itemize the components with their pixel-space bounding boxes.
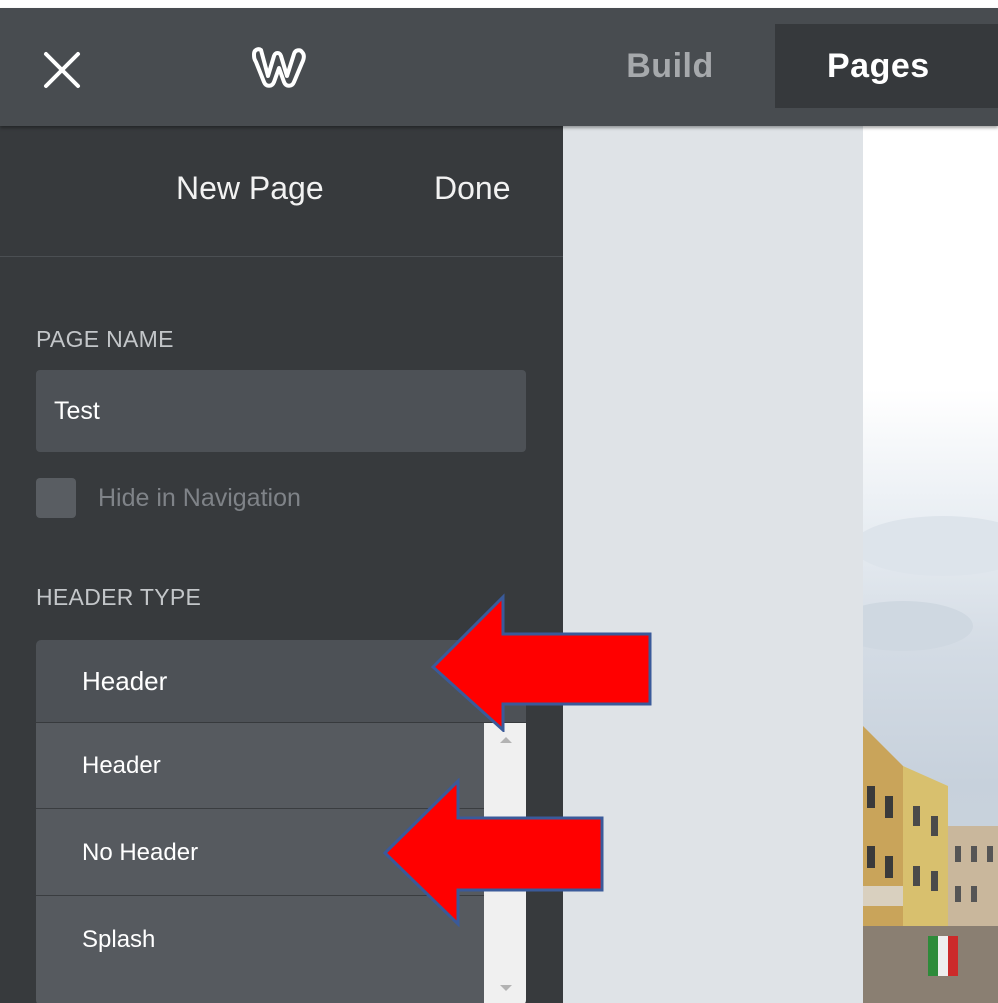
done-button[interactable]: Done bbox=[434, 170, 511, 207]
new-page-button[interactable]: New Page bbox=[176, 170, 324, 207]
top-bar: Build Pages bbox=[0, 8, 998, 126]
hide-in-navigation-label: Hide in Navigation bbox=[98, 484, 301, 512]
editor-frame: Build Pages New Page Done PAGE NAME Hide… bbox=[0, 0, 998, 1003]
page-name-label: PAGE NAME bbox=[36, 326, 174, 352]
page-name-input[interactable] bbox=[36, 370, 526, 452]
sidebar-header: New Page Done bbox=[0, 126, 563, 257]
header-type-label: HEADER TYPE bbox=[36, 584, 202, 610]
tab-pages[interactable]: Pages bbox=[775, 24, 998, 108]
annotation-arrow-no-header-icon bbox=[382, 778, 604, 928]
header-preview-image bbox=[863, 126, 998, 1003]
scroll-down-icon[interactable] bbox=[500, 985, 512, 991]
hide-in-navigation-checkbox[interactable] bbox=[36, 478, 76, 518]
annotation-arrow-header-icon bbox=[430, 593, 652, 732]
close-icon[interactable] bbox=[40, 48, 84, 92]
tab-build[interactable]: Build bbox=[590, 24, 750, 108]
scroll-up-icon[interactable] bbox=[500, 737, 512, 743]
weebly-logo-icon[interactable] bbox=[248, 46, 312, 90]
